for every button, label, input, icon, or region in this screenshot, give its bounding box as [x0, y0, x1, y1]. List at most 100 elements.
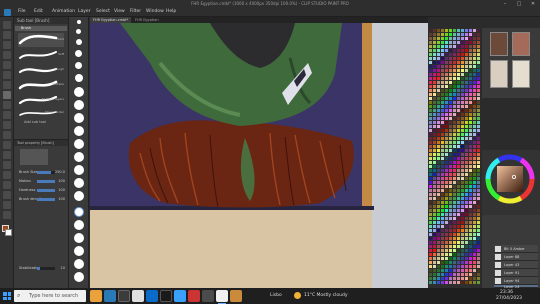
color-swatch[interactable] — [461, 261, 464, 264]
color-swatch[interactable] — [445, 221, 448, 224]
color-swatch[interactable] — [445, 217, 448, 220]
color-swatch[interactable] — [461, 145, 464, 148]
color-swatch[interactable] — [461, 85, 464, 88]
color-swatch[interactable] — [469, 125, 472, 128]
color-swatch[interactable] — [457, 225, 460, 228]
color-swatch[interactable] — [473, 177, 476, 180]
menu-select[interactable]: Select — [96, 9, 110, 14]
color-swatch[interactable] — [469, 89, 472, 92]
clock-date[interactable]: 27/04/2023 — [496, 296, 522, 301]
color-swatch[interactable] — [461, 97, 464, 100]
color-swatch[interactable] — [465, 233, 468, 236]
color-swatch[interactable] — [429, 269, 432, 272]
color-swatch[interactable] — [473, 93, 476, 96]
color-swatch[interactable] — [429, 37, 432, 40]
color-swatch[interactable] — [445, 153, 448, 156]
color-swatch[interactable] — [469, 201, 472, 204]
color-swatch[interactable] — [473, 165, 476, 168]
color-swatch[interactable] — [469, 261, 472, 264]
color-swatch[interactable] — [429, 217, 432, 220]
color-swatch[interactable] — [445, 109, 448, 112]
color-swatch[interactable] — [449, 273, 452, 276]
color-swatch[interactable] — [477, 101, 480, 104]
color-swatch[interactable] — [457, 181, 460, 184]
color-swatch[interactable] — [457, 213, 460, 216]
color-swatch[interactable] — [453, 245, 456, 248]
color-swatch[interactable] — [433, 33, 436, 36]
color-swatch[interactable] — [445, 249, 448, 252]
color-swatch[interactable] — [429, 117, 432, 120]
color-swatch[interactable] — [457, 121, 460, 124]
color-swatch[interactable] — [461, 273, 464, 276]
color-swatch[interactable] — [461, 53, 464, 56]
color-swatch[interactable] — [469, 73, 472, 76]
color-swatch[interactable] — [433, 209, 436, 212]
layer-row[interactable]: Layer 94 — [494, 277, 538, 285]
color-swatch[interactable] — [449, 185, 452, 188]
color-swatch[interactable] — [445, 261, 448, 264]
color-swatch[interactable] — [469, 225, 472, 228]
color-swatch[interactable] — [473, 249, 476, 252]
color-swatch[interactable] — [465, 269, 468, 272]
color-swatch[interactable] — [437, 177, 440, 180]
color-swatch[interactable] — [445, 225, 448, 228]
color-swatch[interactable] — [461, 69, 464, 72]
color-swatch[interactable] — [433, 137, 436, 140]
color-swatch[interactable] — [445, 201, 448, 204]
color-swatch[interactable] — [465, 253, 468, 256]
color-swatch[interactable] — [433, 157, 436, 160]
color-swatch[interactable] — [441, 141, 444, 144]
airbrush-tool-icon[interactable] — [3, 101, 11, 109]
brush-size-option[interactable] — [76, 29, 81, 34]
color-swatch[interactable] — [429, 89, 432, 92]
color-swatch[interactable] — [437, 77, 440, 80]
auto-select-tool-icon[interactable] — [3, 51, 11, 59]
color-swatch[interactable] — [441, 153, 444, 156]
color-swatch[interactable] — [469, 49, 472, 52]
pen-tool-icon[interactable] — [3, 71, 11, 79]
menu-help[interactable]: Help — [166, 9, 176, 14]
color-swatch[interactable] — [453, 249, 456, 252]
color-swatch[interactable] — [473, 225, 476, 228]
color-swatch[interactable] — [449, 169, 452, 172]
brush-size-option[interactable] — [75, 62, 82, 69]
color-swatch[interactable] — [437, 225, 440, 228]
color-swatch[interactable] — [449, 217, 452, 220]
color-swatch[interactable] — [477, 109, 480, 112]
color-swatch[interactable] — [453, 217, 456, 220]
color-swatch[interactable] — [441, 29, 444, 32]
color-swatch[interactable] — [449, 269, 452, 272]
color-swatch[interactable] — [441, 105, 444, 108]
color-swatch[interactable] — [473, 217, 476, 220]
color-swatch[interactable] — [449, 257, 452, 260]
color-swatch[interactable] — [429, 253, 432, 256]
color-swatch[interactable] — [477, 193, 480, 196]
color-swatch[interactable] — [449, 81, 452, 84]
color-swatch[interactable] — [457, 45, 460, 48]
color-swatch[interactable] — [441, 265, 444, 268]
color-swatch[interactable] — [433, 125, 436, 128]
color-swatch[interactable] — [429, 229, 432, 232]
color-swatch[interactable] — [445, 57, 448, 60]
color-swatch[interactable] — [453, 253, 456, 256]
subtool-item-rough[interactable]: Rough — [18, 63, 64, 77]
color-swatch[interactable] — [433, 213, 436, 216]
color-swatch[interactable] — [433, 221, 436, 224]
color-swatch[interactable] — [437, 45, 440, 48]
color-swatch[interactable] — [449, 173, 452, 176]
color-swatch[interactable] — [473, 125, 476, 128]
color-swatch[interactable] — [469, 253, 472, 256]
color-swatch[interactable] — [473, 85, 476, 88]
color-swatch[interactable] — [445, 245, 448, 248]
color-swatch[interactable] — [437, 241, 440, 244]
color-swatch[interactable] — [449, 89, 452, 92]
color-swatch[interactable] — [441, 277, 444, 280]
color-swatch[interactable] — [465, 133, 468, 136]
color-swatch[interactable] — [469, 165, 472, 168]
color-swatch[interactable] — [457, 97, 460, 100]
color-swatch[interactable] — [477, 249, 480, 252]
color-swatch[interactable] — [437, 57, 440, 60]
color-swatch[interactable] — [453, 145, 456, 148]
color-swatch[interactable] — [441, 97, 444, 100]
color-swatch[interactable] — [469, 277, 472, 280]
